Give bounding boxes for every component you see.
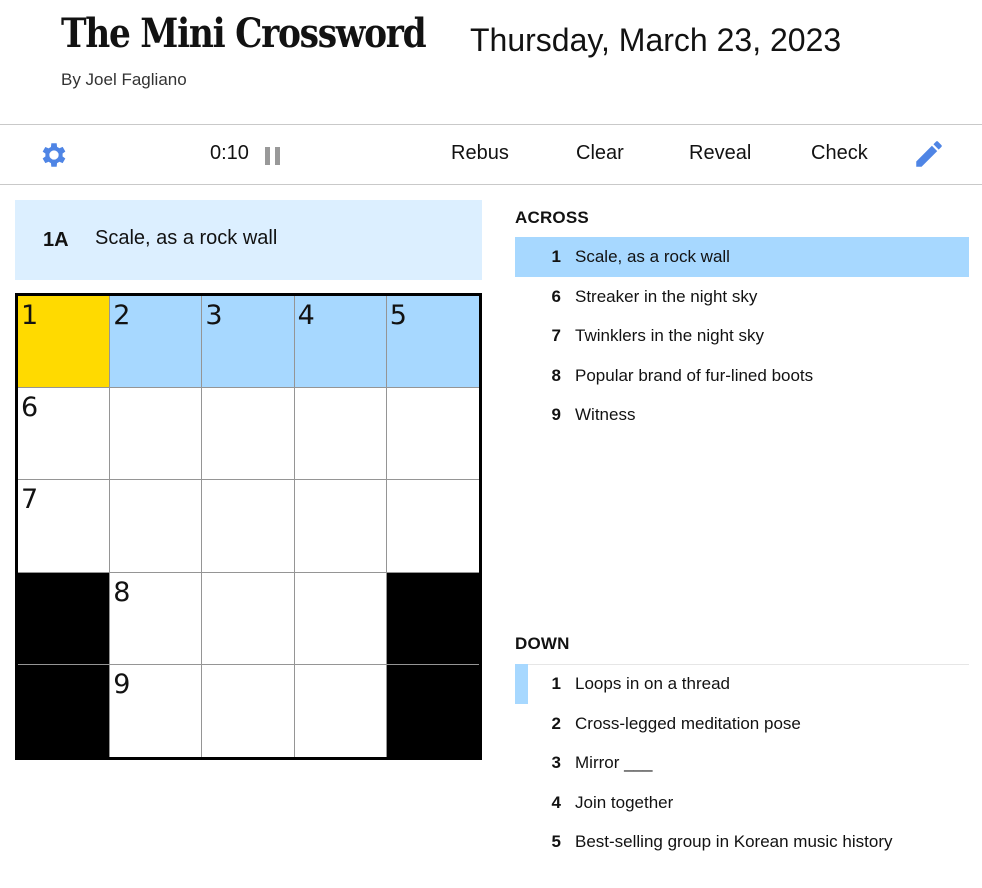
grid-cell[interactable]	[202, 572, 295, 665]
grid-cell[interactable]	[294, 388, 387, 481]
grid-cell[interactable]	[294, 664, 387, 757]
across-clue-8[interactable]: 8 Popular brand of fur-lined boots	[515, 356, 969, 396]
grid-cell[interactable]	[202, 388, 295, 481]
grid-cell[interactable]: 7	[18, 480, 111, 573]
current-clue-bar: 1A Scale, as a rock wall	[15, 200, 482, 280]
grid-cell[interactable]	[386, 388, 479, 481]
clue-text: Loops in on a thread	[575, 674, 731, 693]
down-clue-4[interactable]: 4 Join together	[515, 783, 969, 823]
rebus-button[interactable]: Rebus	[451, 142, 509, 165]
clue-number: 7	[551, 326, 561, 345]
grid-cell[interactable]: 5	[386, 296, 479, 389]
grid-cell[interactable]: 4	[294, 296, 387, 389]
clue-text: Scale, as a rock wall	[575, 247, 730, 266]
cell-number: 5	[389, 300, 407, 331]
cell-number: 7	[21, 484, 39, 516]
across-clue-7[interactable]: 7 Twinklers in the night sky	[515, 316, 969, 356]
clue-number: 6	[551, 286, 561, 306]
reveal-button[interactable]: Reveal	[689, 142, 751, 165]
puzzle-date: Thursday, March 23, 2023	[470, 22, 842, 58]
clue-text: Best-selling group in Korean music histo…	[575, 832, 893, 851]
cell-number: 4	[297, 300, 315, 331]
cell-number: 1	[21, 300, 39, 331]
clue-number: 1	[551, 674, 561, 693]
down-clue-3[interactable]: 3 Mirror ___	[515, 743, 969, 783]
across-clue-9[interactable]: 9 Witness	[515, 395, 969, 435]
grid-cell[interactable]	[110, 480, 203, 573]
cell-number: 9	[113, 668, 131, 700]
page-title: The Mini Crossword	[61, 10, 427, 57]
current-clue-text: Scale, as a rock wall	[95, 227, 278, 249]
page-header: The Mini Crossword Thursday, March 23, 2…	[0, 0, 982, 124]
black-square	[18, 664, 111, 757]
grid-cell[interactable]	[294, 572, 387, 665]
grid-cell[interactable]	[386, 480, 479, 573]
grid-cell[interactable]	[110, 388, 203, 481]
grid-cell[interactable]	[294, 480, 387, 573]
grid-cell[interactable]: 3	[202, 296, 295, 389]
clue-number: 1	[551, 247, 561, 266]
grid-cell[interactable]: 6	[18, 388, 111, 481]
cell-number: 6	[21, 392, 39, 424]
down-clue-5[interactable]: 5 Best-selling group in Korean music hist…	[515, 822, 969, 862]
clue-text: Cross-legged meditation pose	[575, 713, 801, 733]
grid-cell[interactable]: 2	[110, 296, 203, 389]
black-square	[386, 664, 479, 757]
across-clue-6[interactable]: 6 Streaker in the night sky	[515, 277, 969, 317]
cell-number: 3	[205, 300, 223, 331]
pencil-icon[interactable]	[912, 137, 946, 171]
clue-number: 8	[551, 365, 561, 385]
down-heading: DOWN	[515, 634, 969, 665]
clue-number: 5	[551, 832, 561, 851]
clue-number: 3	[551, 753, 561, 772]
current-clue-label: 1A	[43, 229, 69, 251]
clue-text: Twinklers in the night sky	[575, 326, 764, 345]
crossword-grid: 1 2 3 4 5 6 7 8 9	[15, 293, 482, 760]
pause-icon[interactable]	[265, 147, 281, 165]
across-heading: ACROSS	[515, 208, 589, 227]
clue-number: 4	[551, 792, 561, 812]
grid-cell[interactable]: 1	[18, 296, 111, 389]
cell-number: 8	[113, 576, 131, 608]
down-clue-1[interactable]: 1 Loops in on a thread	[515, 664, 969, 704]
clue-text: Join together	[575, 792, 674, 812]
grid-cell[interactable]	[202, 480, 295, 573]
cell-number: 2	[113, 300, 131, 331]
clue-text: Witness	[575, 405, 636, 424]
grid-cell[interactable]: 9	[110, 664, 203, 757]
clue-text: Mirror ___	[575, 753, 653, 772]
down-clue-2[interactable]: 2 Cross-legged meditation pose	[515, 704, 969, 744]
clue-text: Streaker in the night sky	[575, 286, 758, 306]
grid-cell[interactable]: 8	[110, 572, 203, 665]
clue-number: 2	[551, 713, 561, 733]
across-clue-1[interactable]: 1 Scale, as a rock wall	[515, 237, 969, 277]
clue-number: 9	[551, 405, 561, 424]
clue-text: Popular brand of fur-lined boots	[575, 365, 814, 385]
grid-cell[interactable]	[202, 664, 295, 757]
black-square	[18, 572, 111, 665]
black-square	[386, 572, 479, 665]
timer: 0:10	[210, 142, 249, 164]
clear-button[interactable]: Clear	[576, 142, 624, 165]
check-button[interactable]: Check	[811, 142, 868, 165]
byline: By Joel Fagliano	[61, 70, 187, 89]
toolbar: 0:10 Rebus Clear Reveal Check	[0, 124, 982, 185]
gear-icon[interactable]	[38, 139, 70, 171]
